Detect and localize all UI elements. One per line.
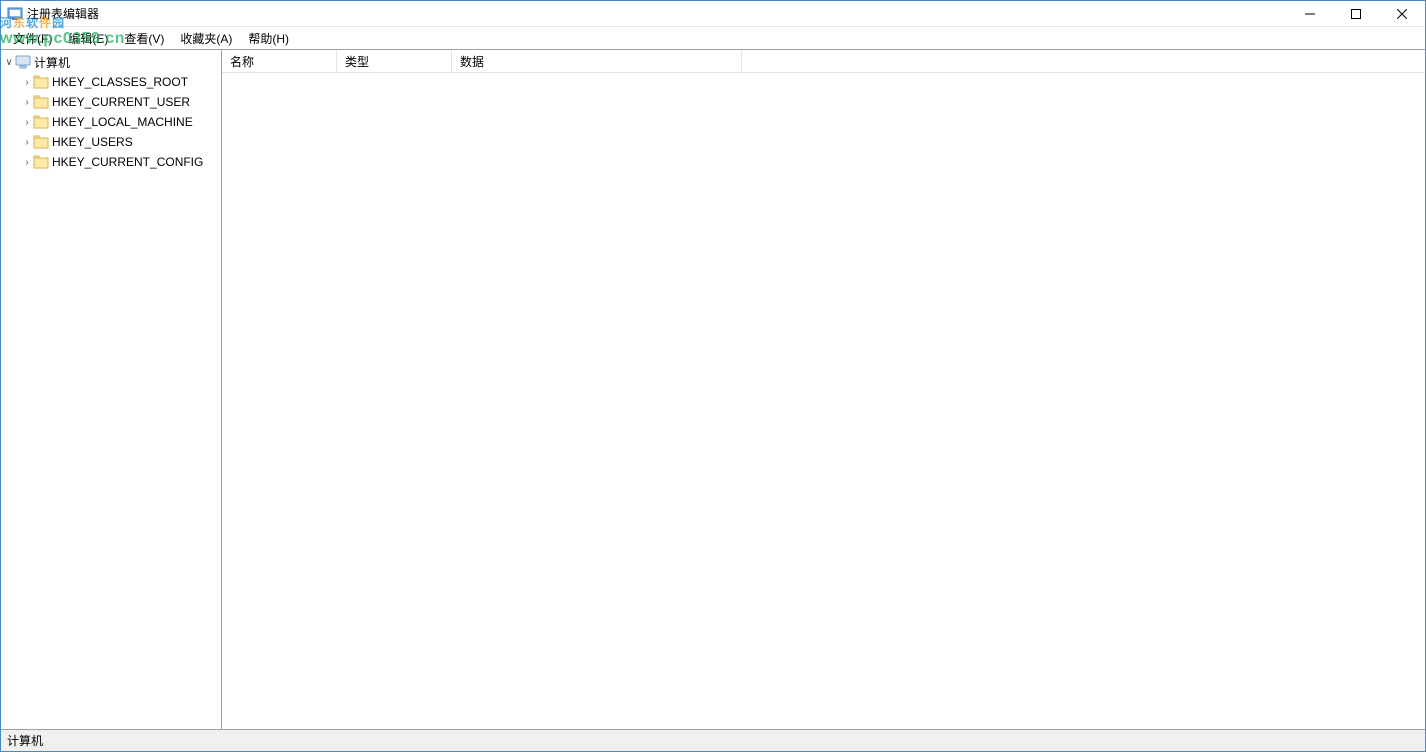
tree-key-label: HKEY_CURRENT_USER — [52, 95, 190, 109]
column-header-type[interactable]: 类型 — [337, 50, 452, 72]
list-body[interactable] — [222, 73, 1425, 729]
chevron-right-icon[interactable]: › — [19, 97, 33, 108]
window-title: 注册表编辑器 — [27, 5, 99, 22]
menu-file[interactable]: 文件(F) — [5, 28, 60, 49]
registry-editor-window: 注册表编辑器 文件(F) 编辑(E) 查看(V) 收藏夹(A) 帮助(H) ∨ — [0, 0, 1426, 752]
app-icon — [7, 6, 23, 22]
list-panel: 名称 类型 数据 — [222, 50, 1425, 729]
column-header-data[interactable]: 数据 — [452, 50, 742, 72]
folder-icon — [33, 154, 49, 170]
column-header-name[interactable]: 名称 — [222, 50, 337, 72]
tree-key-hku[interactable]: › HKEY_USERS — [1, 132, 221, 152]
statusbar: 计算机 — [1, 729, 1425, 751]
statusbar-path: 计算机 — [7, 732, 43, 749]
main-content: ∨ 计算机 › HKEY_CLASSES_ROOT › — [1, 49, 1425, 729]
tree-key-label: HKEY_CLASSES_ROOT — [52, 75, 188, 89]
tree-key-hkcu[interactable]: › HKEY_CURRENT_USER — [1, 92, 221, 112]
tree-root-computer[interactable]: ∨ 计算机 — [1, 52, 221, 72]
tree-key-hkcr[interactable]: › HKEY_CLASSES_ROOT — [1, 72, 221, 92]
tree-root-label: 计算机 — [34, 54, 70, 71]
chevron-right-icon[interactable]: › — [19, 117, 33, 128]
folder-icon — [33, 94, 49, 110]
computer-icon — [15, 54, 31, 70]
minimize-button[interactable] — [1287, 1, 1333, 26]
tree-key-label: HKEY_USERS — [52, 135, 133, 149]
menubar: 文件(F) 编辑(E) 查看(V) 收藏夹(A) 帮助(H) — [1, 27, 1425, 49]
close-button[interactable] — [1379, 1, 1425, 26]
titlebar: 注册表编辑器 — [1, 1, 1425, 27]
menu-favorites[interactable]: 收藏夹(A) — [172, 28, 240, 49]
tree-key-hklm[interactable]: › HKEY_LOCAL_MACHINE — [1, 112, 221, 132]
chevron-down-icon[interactable]: ∨ — [1, 57, 15, 68]
folder-icon — [33, 74, 49, 90]
list-header: 名称 类型 数据 — [222, 50, 1425, 73]
chevron-right-icon[interactable]: › — [19, 157, 33, 168]
folder-icon — [33, 134, 49, 150]
window-controls — [1287, 1, 1425, 26]
folder-icon — [33, 114, 49, 130]
chevron-right-icon[interactable]: › — [19, 77, 33, 88]
menu-view[interactable]: 查看(V) — [116, 28, 172, 49]
menu-help[interactable]: 帮助(H) — [240, 28, 297, 49]
tree-key-label: HKEY_LOCAL_MACHINE — [52, 115, 193, 129]
maximize-button[interactable] — [1333, 1, 1379, 26]
menu-edit[interactable]: 编辑(E) — [60, 28, 116, 49]
tree-key-label: HKEY_CURRENT_CONFIG — [52, 155, 203, 169]
chevron-right-icon[interactable]: › — [19, 137, 33, 148]
tree-key-hkcc[interactable]: › HKEY_CURRENT_CONFIG — [1, 152, 221, 172]
tree-panel[interactable]: ∨ 计算机 › HKEY_CLASSES_ROOT › — [1, 50, 222, 729]
